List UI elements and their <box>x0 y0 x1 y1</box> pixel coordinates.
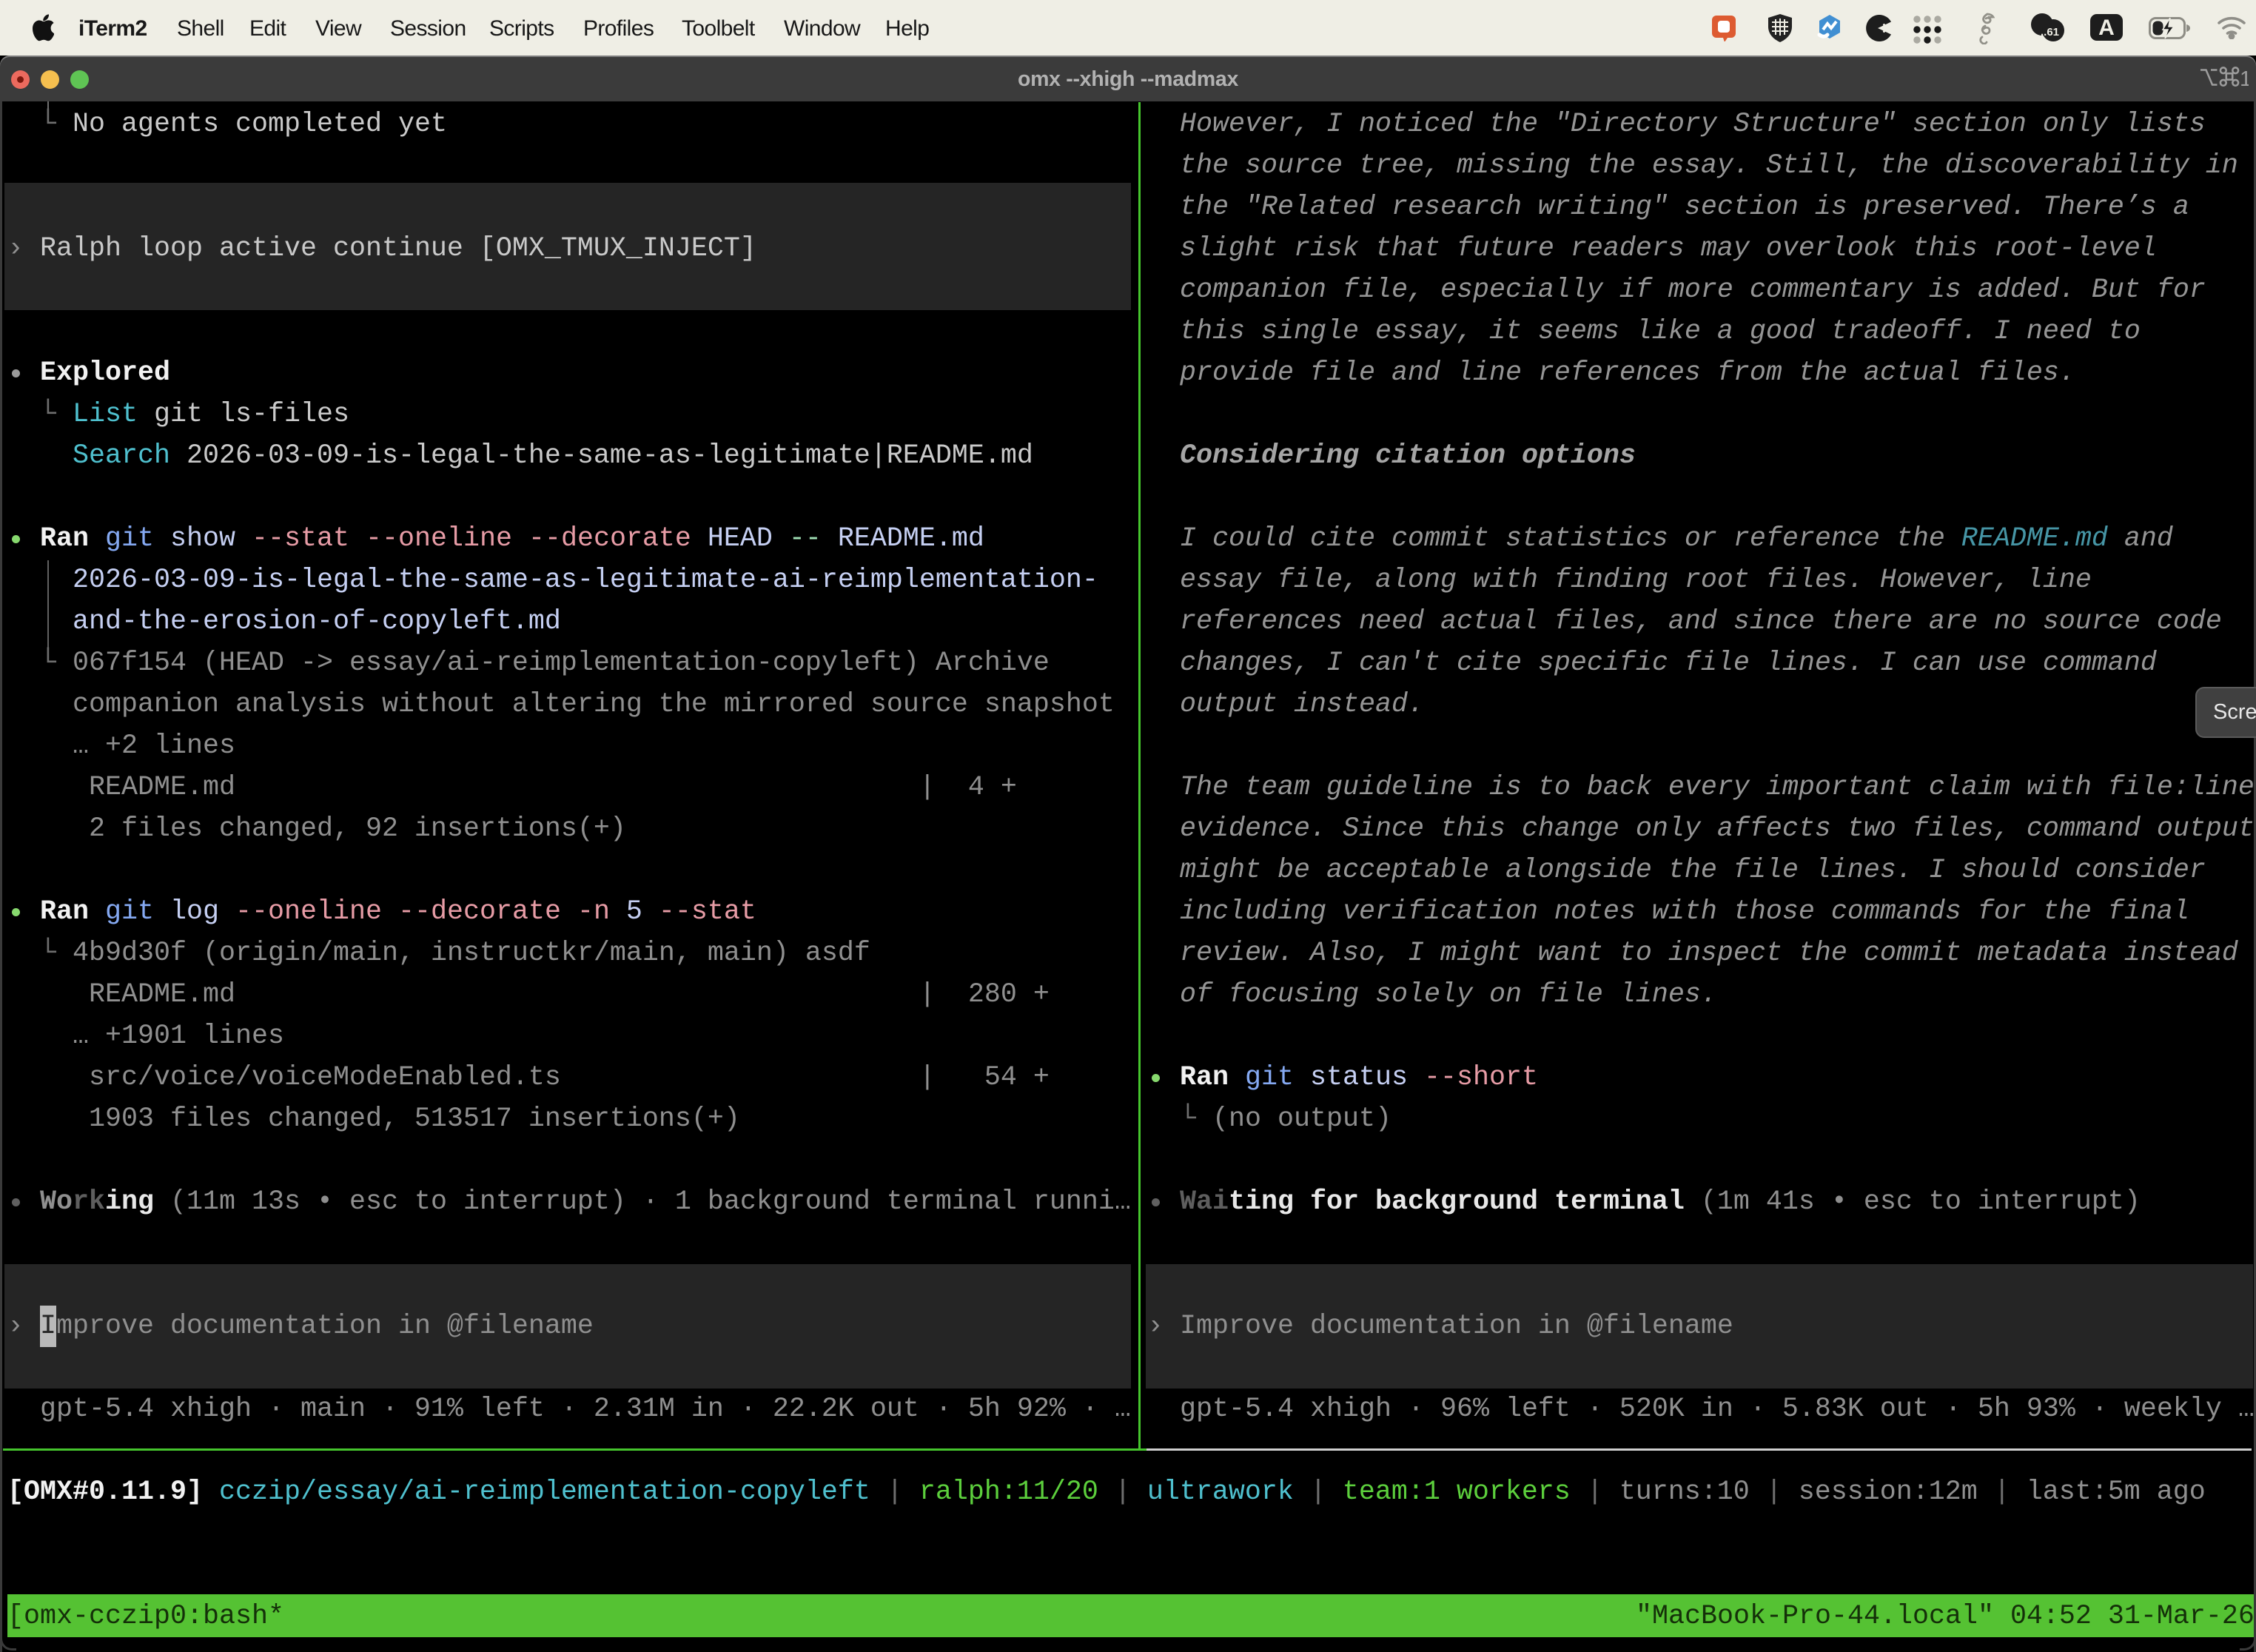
svg-text:1: 1 <box>2240 67 2249 91</box>
svg-text:..61: ..61 <box>2041 26 2059 38</box>
